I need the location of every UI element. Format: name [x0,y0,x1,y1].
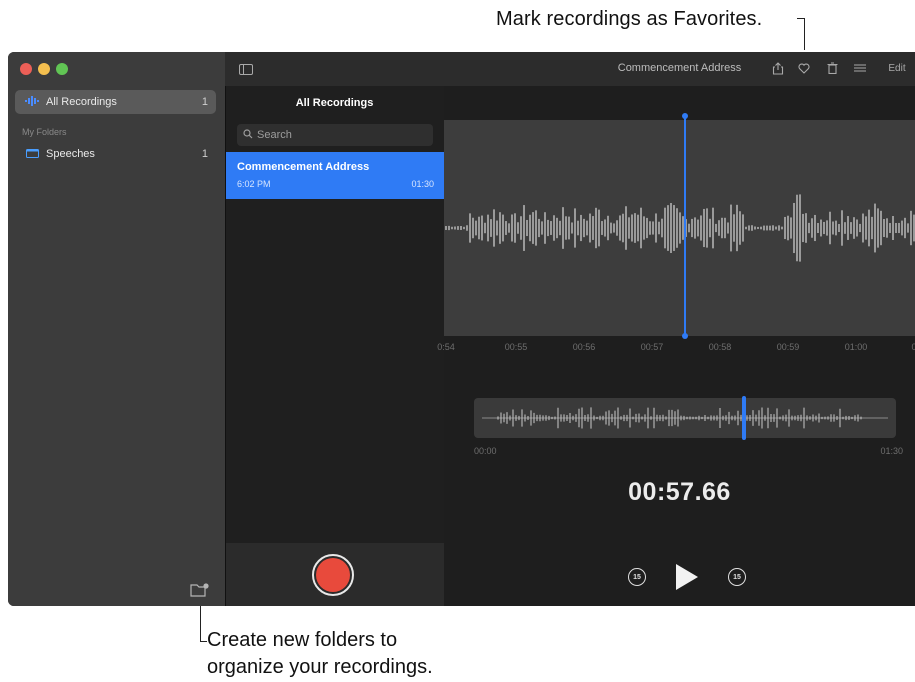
record-dot-icon [316,558,350,592]
timeline-tick: 00:58 [708,342,732,352]
close-window-button[interactable] [20,63,32,75]
waveform-icon [24,95,40,109]
sidebar-item-count: 1 [201,148,208,160]
minimize-window-button[interactable] [38,63,50,75]
skip-back-15-icon[interactable]: 15 [628,568,646,586]
timeline-tick: 0 [911,342,915,352]
timeline-tick: 00:55 [504,342,528,352]
voice-memos-window: All Recordings 1 My Folders Speeches 1 A [8,52,915,606]
play-icon[interactable] [676,564,698,590]
zoom-window-button[interactable] [56,63,68,75]
overview-waveform-graphic [482,407,888,429]
my-folders-heading: My Folders [22,127,67,137]
sidebar-item-label: All Recordings [46,96,117,108]
sidebar-toggle-icon[interactable] [239,64,253,75]
search-placeholder: Search [257,129,292,141]
skip-forward-label: 15 [733,573,741,581]
list-title: All Recordings [295,97,374,109]
recording-title: Commencement Address [237,161,370,173]
sidebar-item-speeches[interactable]: Speeches 1 [15,142,216,166]
waveform-editor[interactable] [444,120,915,336]
overview-start-time: 00:00 [474,446,497,456]
callout-leader-line [200,641,207,642]
window-title: Commencement Address [617,62,742,74]
trash-icon[interactable] [824,60,840,76]
overview-end-time: 01:30 [880,446,903,456]
skip-forward-15-icon[interactable]: 15 [728,568,746,586]
new-folder-icon[interactable] [190,582,210,598]
search-field[interactable]: Search [237,124,433,146]
timeline-tick: 0:54 [437,342,455,352]
timeline-ruler: 0:54 00:55 00:56 00:57 00:58 00:59 01:00… [437,342,915,356]
timeline-tick: 00:59 [776,342,800,352]
timeline-tick: 01:00 [844,342,868,352]
sliders-icon[interactable] [852,60,868,76]
sidebar: All Recordings 1 My Folders Speeches 1 [8,52,225,606]
playhead[interactable] [682,113,688,339]
timeline-tick: 00:57 [640,342,664,352]
current-time-display: 00:57.66 [628,478,731,506]
overview-scrubber[interactable] [474,396,896,440]
list-item[interactable]: Commencement Address 6:02 PM 01:30 [226,152,444,199]
recording-time: 6:02 PM [237,179,271,189]
recording-duration: 01:30 [411,179,434,189]
folders-callout-line1: Create new folders to [207,629,398,651]
sidebar-item-all-recordings[interactable]: All Recordings 1 [15,90,216,114]
recording-detail-pane: 0:54 00:55 00:56 00:57 00:58 00:59 01:00… [437,86,915,606]
favorites-callout: Mark recordings as Favorites. [496,8,763,30]
transport-controls: 15 15 [444,558,915,598]
sidebar-item-count: 1 [201,96,208,108]
edit-button[interactable]: Edit [884,60,910,76]
record-bar [226,543,444,606]
folder-icon [24,148,40,161]
toolbar-right: Commencement Address Edit [444,52,915,86]
callout-leader-line [804,18,805,50]
waveform-graphic [445,194,915,262]
share-icon[interactable] [770,60,786,76]
folders-callout-line2: organize your recordings. [207,656,433,678]
overview-playhead[interactable] [742,396,746,440]
toolbar-left [225,52,444,86]
record-button[interactable] [312,554,354,596]
skip-back-label: 15 [633,573,641,581]
sidebar-item-label: Speeches [46,148,95,160]
timeline-tick: 00:56 [572,342,596,352]
heart-icon[interactable] [796,60,812,76]
folders-callout: Create new folders to organize your reco… [207,627,433,681]
search-icon [243,128,253,142]
